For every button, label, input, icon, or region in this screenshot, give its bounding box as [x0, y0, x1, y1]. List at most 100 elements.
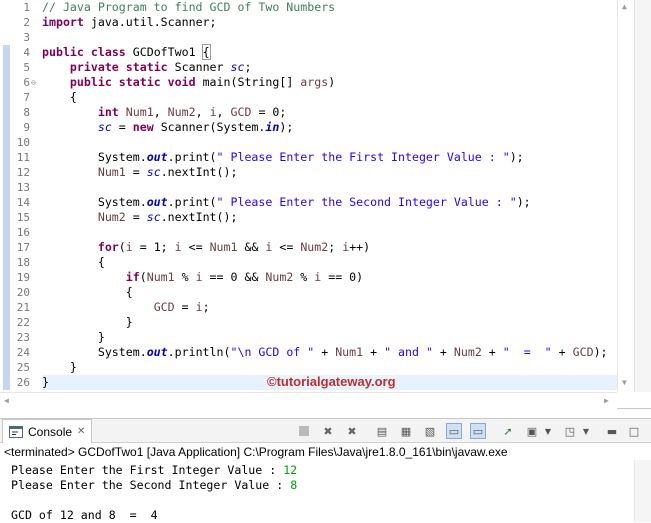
code-token: ); [279, 120, 294, 134]
console-line: GCD of 12 and 8 = 4 [4, 508, 158, 523]
code-token: == 0) [321, 270, 364, 284]
code-line[interactable]: GCD = i; [42, 300, 210, 315]
code-line[interactable]: public static void main(String[] args) [42, 75, 335, 90]
tab-console[interactable]: Console ✕ [2, 419, 93, 443]
code-line[interactable]: sc = new Scanner(System.in); [42, 120, 294, 135]
code-token: ++) [349, 240, 371, 254]
code-token: ( [118, 240, 126, 254]
code-token: // Java Program to find GCD of Two Numbe… [42, 0, 336, 14]
console-text: Please Enter the Second Integer Value : [4, 478, 291, 492]
scroll-up-icon[interactable]: ▲ [622, 2, 627, 11]
quick-diff-marker [3, 285, 10, 300]
fold-toggle-icon[interactable]: ⊖ [31, 75, 36, 90]
code-line[interactable]: int Num1, Num2, i, GCD = 0; [42, 105, 287, 120]
remove-launch-icon[interactable]: ✖ [320, 423, 336, 439]
scroll-right-icon[interactable]: ▶ [604, 396, 609, 405]
scroll-lock-icon[interactable]: ▦ [398, 423, 414, 439]
code-token: + [551, 345, 573, 359]
quick-diff-marker [3, 195, 10, 210]
code-token: , [216, 105, 231, 119]
code-token: int [97, 105, 119, 119]
remove-all-terminated-icon[interactable]: ✖ [344, 423, 360, 439]
code-line[interactable]: public class GCDofTwo1 { [42, 44, 211, 60]
code-line[interactable]: Num1 = sc.nextInt(); [42, 165, 238, 180]
code-editor[interactable]: 1 2 3 4 5 6 7 8 9 10 11 12 13 14 15 16 17 18 19 20 21 22 23 24 2… [0, 0, 651, 409]
code-token: ; [328, 240, 343, 254]
console-toolbar: Console ✕ ✖ ✖ ▤ ▦ ▧ ▭ ▭ ➚ ▣ ▼ ◳ ▼ ▬ □ [0, 418, 651, 443]
code-token: GCD [572, 345, 594, 359]
code-line[interactable]: } [42, 315, 133, 330]
code-line[interactable]: import java.util.Scanner; [42, 15, 217, 30]
code-line[interactable]: System.out.print(" Please Enter the Firs… [42, 150, 524, 165]
code-token: System. [42, 150, 147, 164]
display-console-icon[interactable]: ▣ [524, 423, 540, 439]
code-token: if [125, 270, 140, 284]
code-line[interactable]: if(Num1 % i == 0 && Num2 % i == 0) [42, 270, 363, 285]
maximize-icon[interactable]: □ [626, 423, 642, 439]
code-token: sc [146, 210, 161, 224]
quick-diff-marker [3, 210, 10, 225]
terminate-icon[interactable] [296, 423, 312, 439]
code-line[interactable]: for(i = 1; i <= Num1 && i <= Num2; i++) [42, 240, 370, 255]
code-token: .nextInt(); [160, 165, 238, 179]
code-token: Num1 [209, 240, 238, 254]
code-token: out [146, 195, 168, 209]
code-token: public [69, 75, 112, 89]
show-on-error-icon[interactable]: ▭ [470, 423, 486, 439]
code-token: + [481, 345, 503, 359]
user-input-text: 12 [283, 463, 298, 477]
pin-console-icon[interactable]: ➚ [500, 423, 516, 439]
vertical-scrollbar[interactable]: ▲ ▼ [617, 0, 634, 392]
code-line[interactable]: { [42, 90, 77, 105]
quick-diff-marker [3, 45, 10, 60]
code-line[interactable]: private static Scanner sc; [42, 60, 252, 75]
scroll-down-icon[interactable]: ▼ [622, 378, 627, 387]
code-line[interactable]: } [42, 375, 49, 390]
code-token: } [42, 315, 133, 329]
code-token: public [42, 45, 84, 59]
clear-console-icon[interactable]: ▤ [374, 423, 390, 439]
code-token: ); [509, 150, 524, 164]
scroll-left-icon[interactable]: ◀ [4, 396, 9, 405]
code-line[interactable]: } [42, 360, 77, 375]
quick-diff-marker [3, 180, 10, 195]
console-scrollbar[interactable] [634, 460, 651, 522]
code-token: i [125, 240, 133, 254]
code-token: = 1; [132, 240, 175, 254]
code-line[interactable]: System.out.println("\n GCD of " + Num1 +… [42, 345, 608, 360]
horizontal-scrollbar[interactable]: ◀ ▶ [0, 392, 617, 409]
code-line[interactable]: } [42, 330, 105, 345]
code-token: Num2 [265, 270, 294, 284]
code-token: class [90, 45, 126, 59]
show-on-output-icon[interactable]: ▭ [446, 423, 462, 439]
watermark: ©tutorialgateway.org [267, 374, 396, 389]
console-output[interactable]: <terminated> GCDofTwo1 [Java Application… [0, 443, 651, 522]
code-line[interactable]: Num2 = sc.nextInt(); [42, 210, 238, 225]
quick-diff-marker [3, 120, 10, 135]
line-number: 1 [23, 1, 30, 14]
code-line[interactable]: { [42, 255, 105, 270]
code-line[interactable]: { [42, 285, 133, 300]
minimize-icon[interactable]: ▬ [604, 423, 620, 439]
chevron-down-icon[interactable]: ▼ [540, 423, 556, 439]
code-token: i [195, 270, 203, 284]
open-console-icon[interactable]: ◳ [562, 423, 578, 439]
code-token: sc [97, 120, 112, 134]
word-wrap-icon[interactable]: ▧ [422, 423, 438, 439]
code-token: } [42, 375, 49, 389]
code-line[interactable]: // Java Program to find GCD of Two Numbe… [42, 0, 335, 15]
quick-diff-marker [3, 375, 10, 390]
code-token: Num2 [167, 105, 196, 119]
code-token: static [125, 60, 168, 74]
code-area[interactable]: // Java Program to find GCD of Two Numbe… [42, 0, 617, 392]
quick-diff-marker [3, 300, 10, 315]
chevron-down-icon[interactable]: ▼ [578, 423, 594, 439]
line-number-gutter: 1 2 3 4 5 6 7 8 9 10 11 12 13 14 15 16 17 18 19 20 21 22 23 24 2… [0, 0, 40, 392]
line-number: 3 [23, 31, 30, 44]
code-line[interactable]: System.out.print(" Please Enter the Seco… [42, 195, 531, 210]
close-icon[interactable]: ✕ [77, 426, 85, 437]
code-token: " Please Enter the Second Integer Value … [216, 195, 517, 209]
code-token: Num2 [300, 240, 329, 254]
